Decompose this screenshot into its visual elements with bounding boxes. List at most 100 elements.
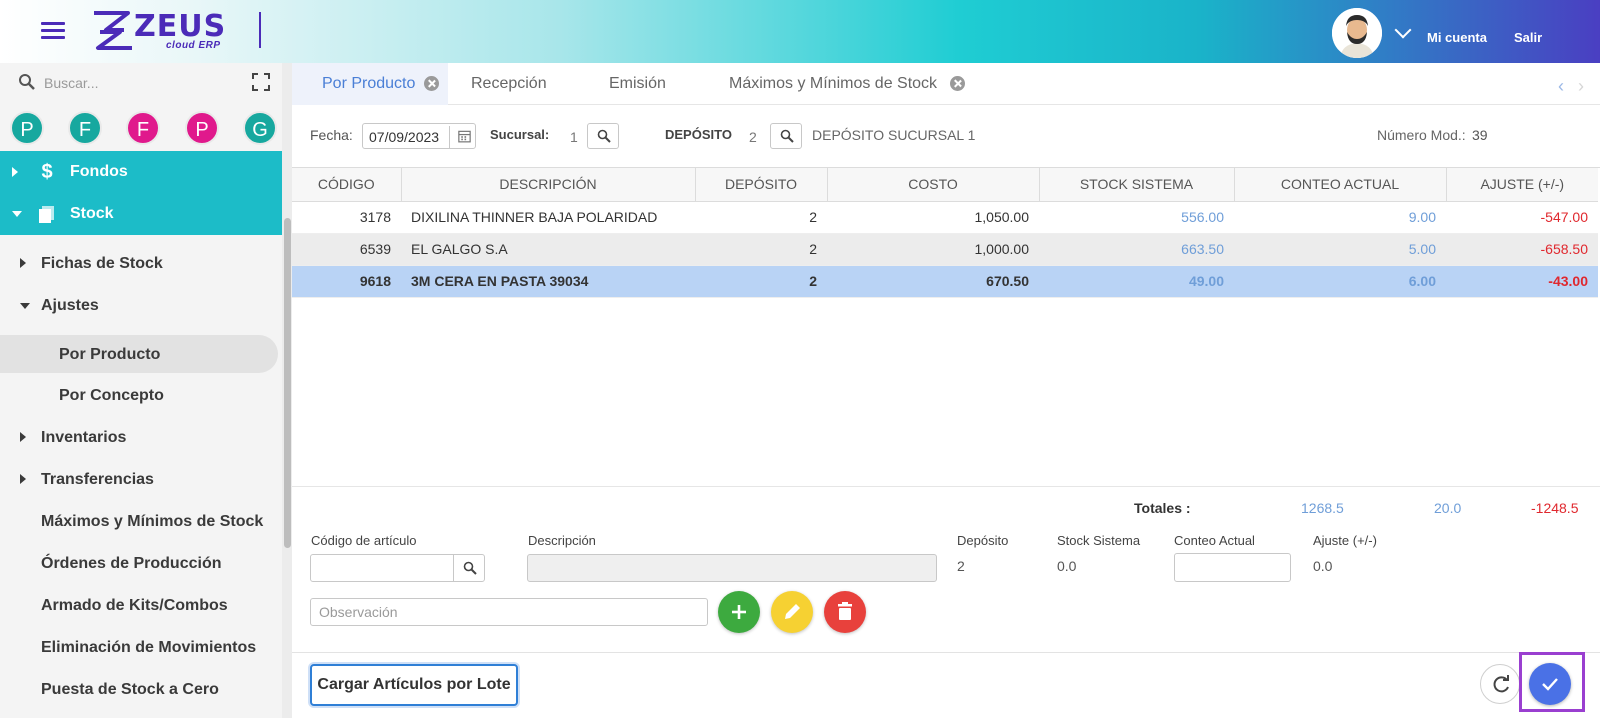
sidebar-item-ordenes-produccion[interactable]: Órdenes de Producción: [0, 544, 278, 582]
sidebar: P F F P G $ Fondos Stock Fichas de Stock…: [0, 63, 282, 718]
scrollbar-thumb[interactable]: [284, 218, 291, 548]
column-header[interactable]: DEPÓSITO: [695, 168, 828, 202]
codigo-label: Código de artículo: [311, 533, 417, 548]
close-icon[interactable]: [424, 76, 439, 91]
chevron-right-icon[interactable]: ›: [1578, 76, 1584, 97]
totals-label: Totales :: [1134, 500, 1191, 516]
shortcut-p-2[interactable]: P: [185, 111, 219, 145]
sidebar-item-label: Inventarios: [41, 429, 127, 446]
tab-por-producto[interactable]: Por Producto: [292, 63, 448, 105]
sidebar-item-transferencias[interactable]: Transferencias: [0, 460, 278, 498]
tab-maximos-minimos[interactable]: Máximos y Mínimos de Stock: [700, 63, 990, 105]
cell-ajuste: -43.00: [1446, 265, 1598, 298]
logout-link[interactable]: Salir: [1514, 30, 1542, 45]
account-link[interactable]: Mi cuenta: [1427, 30, 1487, 45]
sidebar-item-puesta-stock-cero[interactable]: Puesta de Stock a Cero: [0, 670, 278, 708]
fecha-field[interactable]: 07/09/2023: [362, 123, 476, 149]
total-ajuste: -1248.5: [1531, 500, 1579, 516]
sidebar-item-por-producto[interactable]: Por Producto: [0, 335, 278, 373]
form-conteo-label: Conteo Actual: [1174, 533, 1255, 548]
sidebar-item-armado-kits[interactable]: Armado de Kits/Combos: [0, 586, 278, 624]
sidebar-item-label: Ajustes: [41, 297, 99, 314]
refresh-icon: [1493, 675, 1509, 693]
cell-stock: 49.00: [1039, 265, 1234, 298]
codigo-input[interactable]: [310, 554, 454, 582]
sidebar-module-fondos[interactable]: $ Fondos: [0, 151, 282, 193]
cell-costo: 670.50: [827, 265, 1039, 298]
search-icon: [597, 129, 611, 143]
search-icon: [19, 74, 35, 90]
sidebar-item-ajustes[interactable]: Ajustes: [0, 286, 278, 324]
observacion-input[interactable]: [310, 598, 708, 626]
divider: [292, 486, 1600, 487]
sidebar-search-input[interactable]: [44, 73, 224, 93]
avatar[interactable]: [1332, 8, 1382, 58]
fecha-value: 07/09/2023: [369, 129, 440, 145]
sidebar-item-por-concepto[interactable]: Por Concepto: [0, 376, 278, 414]
cell-conteo: 9.00: [1234, 201, 1446, 234]
numero-mod-label: Número Mod.:: [1377, 127, 1466, 143]
cell-codigo: 9618: [292, 265, 401, 298]
sidebar-item-label: Puesta de Stock a Cero: [41, 681, 219, 698]
sidebar-item-label: Órdenes de Producción: [41, 555, 222, 572]
adjustments-table: CÓDIGO DESCRIPCIÓN DEPÓSITO COSTO STOCK …: [292, 167, 1600, 487]
shortcut-f-2[interactable]: F: [126, 111, 160, 145]
form-ajuste-value: 0.0: [1313, 558, 1333, 574]
calendar-icon[interactable]: [449, 126, 475, 148]
table-row[interactable]: 3178 DIXILINA THINNER BAJA POLARIDAD 2 1…: [292, 201, 1598, 234]
conteo-input[interactable]: [1174, 553, 1291, 582]
shortcut-p[interactable]: P: [10, 111, 44, 145]
deposito-name: DEPÓSITO SUCURSAL 1: [812, 127, 976, 143]
cell-conteo: 5.00: [1234, 233, 1446, 266]
cell-descripcion: EL GALGO S.A: [401, 233, 695, 266]
tab-emision[interactable]: Emisión: [578, 63, 700, 105]
table-row[interactable]: 6539 EL GALGO S.A 2 1,000.00 663.50 5.00…: [292, 233, 1598, 266]
add-button[interactable]: [718, 591, 760, 633]
caret-down-icon: [12, 211, 22, 217]
numero-mod-value: 39: [1472, 127, 1488, 143]
sidebar-item-eliminacion-movimientos[interactable]: Eliminación de Movimientos: [0, 628, 278, 666]
sidebar-item-fichas-de-stock[interactable]: Fichas de Stock: [0, 244, 278, 282]
fecha-label: Fecha:: [310, 127, 353, 143]
logo: ZEUS cloud ERP: [92, 10, 232, 52]
column-header[interactable]: STOCK SISTEMA: [1039, 168, 1235, 202]
form-ajuste-label: Ajuste (+/-): [1313, 533, 1377, 548]
column-header[interactable]: CONTEO ACTUAL: [1234, 168, 1447, 202]
sidebar-item-label: Transferencias: [41, 471, 154, 488]
header-divider: [259, 12, 261, 48]
column-header[interactable]: COSTO: [827, 168, 1040, 202]
sidebar-item-inventarios[interactable]: Inventarios: [0, 418, 278, 456]
codigo-search-button[interactable]: [453, 554, 485, 582]
cell-codigo: 6539: [292, 233, 401, 266]
edit-button[interactable]: [771, 591, 813, 633]
tab-recepcion[interactable]: Recepción: [448, 63, 578, 105]
chevron-left-icon[interactable]: ‹: [1558, 76, 1564, 97]
sidebar-scrollbar[interactable]: [282, 63, 292, 718]
cell-stock: 556.00: [1039, 201, 1234, 234]
total-conteo: 20.0: [1434, 500, 1462, 516]
load-batch-button[interactable]: Cargar Artículos por Lote: [310, 664, 518, 706]
shortcut-f[interactable]: F: [68, 111, 102, 145]
delete-button[interactable]: [824, 591, 866, 633]
search-icon: [780, 129, 794, 143]
divider: [292, 652, 1600, 653]
column-header[interactable]: AJUSTE (+/-): [1446, 168, 1598, 202]
dollar-icon: $: [41, 161, 53, 183]
cell-costo: 1,000.00: [827, 233, 1039, 266]
caret-right-icon: [20, 474, 26, 484]
close-icon[interactable]: [950, 76, 965, 91]
table-row-selected[interactable]: 9618 3M CERA EN PASTA 39034 2 670.50 49.…: [292, 265, 1598, 298]
hamburger-icon[interactable]: [41, 22, 67, 40]
sidebar-module-stock[interactable]: Stock: [0, 193, 282, 235]
sidebar-item-label: Fichas de Stock: [41, 255, 163, 272]
shortcut-g[interactable]: G: [243, 111, 277, 145]
sidebar-item-maximos-minimos[interactable]: Máximos y Mínimos de Stock: [0, 502, 278, 540]
confirm-button[interactable]: [1529, 663, 1571, 705]
refresh-button[interactable]: [1480, 664, 1520, 704]
sucursal-search-button[interactable]: [587, 123, 619, 149]
fullscreen-icon[interactable]: [252, 73, 270, 91]
chevron-down-icon[interactable]: [1394, 21, 1412, 39]
deposito-search-button[interactable]: [770, 123, 802, 149]
column-header[interactable]: DESCRIPCIÓN: [401, 168, 696, 202]
column-header[interactable]: CÓDIGO: [292, 168, 402, 202]
